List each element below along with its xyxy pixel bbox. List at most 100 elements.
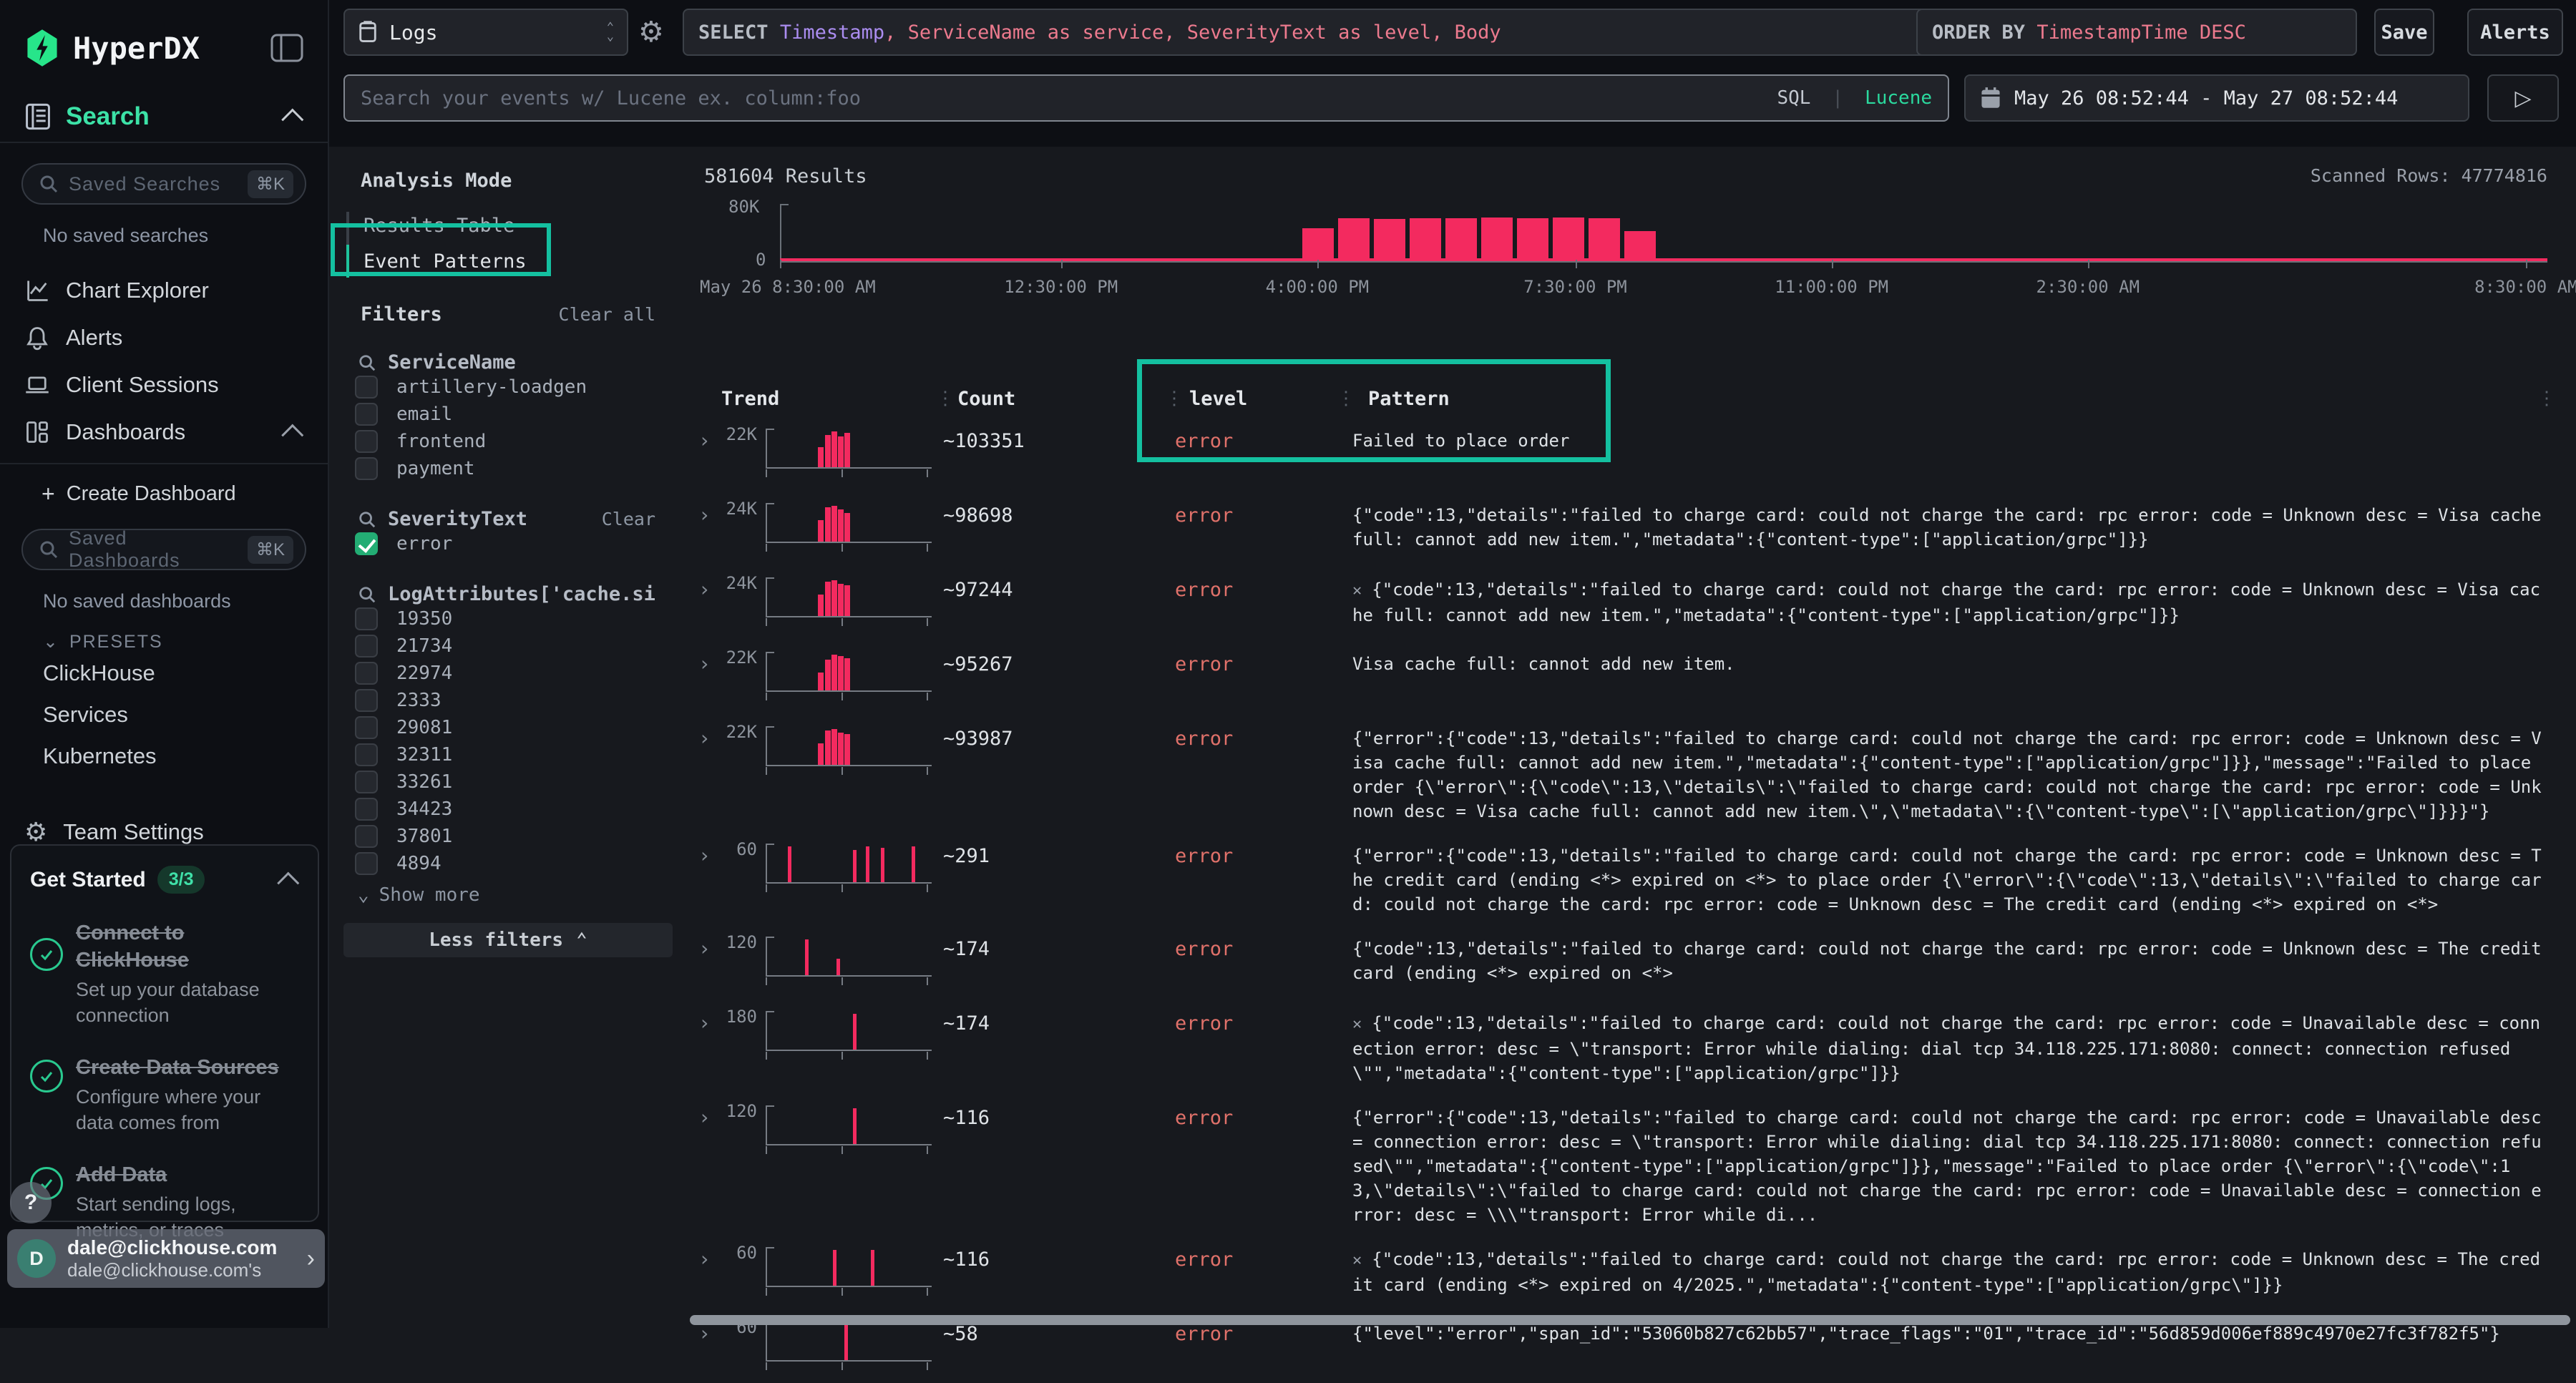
sidebar-item-alerts[interactable]: Alerts: [0, 314, 328, 361]
filter-checkbox-item[interactable]: 4894: [329, 850, 687, 877]
checkbox[interactable]: [355, 430, 378, 453]
date-range-picker[interactable]: May 26 08:52:44 - May 27 08:52:44: [1964, 74, 2469, 122]
source-select[interactable]: Logs ⌃⌄: [343, 9, 628, 56]
filter-checkbox-item[interactable]: 2333: [329, 687, 687, 714]
dismiss-x-icon[interactable]: ✕: [1352, 1251, 1362, 1269]
pattern-table-row[interactable]: › 22K ~95267 error Visa cache full: cann…: [687, 639, 2576, 713]
save-button[interactable]: Save: [2374, 9, 2434, 56]
sidebar-item-dashboards[interactable]: Dashboards: [0, 409, 328, 456]
filter-checkbox-item[interactable]: 33261: [329, 768, 687, 796]
dismiss-x-icon[interactable]: ✕: [1352, 582, 1362, 600]
preset-services[interactable]: Services: [0, 694, 328, 736]
row-expand-icon[interactable]: ›: [693, 497, 721, 557]
gear-icon[interactable]: ⚙: [638, 16, 664, 49]
pattern-table-row[interactable]: › 120 ~174 error {"code":13,"details":"f…: [687, 924, 2576, 998]
alerts-button[interactable]: Alerts: [2467, 9, 2563, 56]
row-expand-icon[interactable]: ›: [693, 646, 721, 706]
preset-clickhouse[interactable]: ClickHouse: [0, 653, 328, 694]
row-expand-icon[interactable]: ›: [693, 720, 721, 824]
sidebar-item-search[interactable]: Search: [0, 92, 328, 143]
checkbox[interactable]: [355, 689, 378, 712]
help-button[interactable]: ?: [10, 1182, 52, 1223]
column-header-level[interactable]: level: [1189, 388, 1247, 410]
get-started-item[interactable]: Connect to ClickHouse Set up your databa…: [30, 919, 299, 1028]
checkbox[interactable]: [355, 457, 378, 480]
order-by-input[interactable]: ORDER BY TimestampTime DESC: [1916, 9, 2357, 56]
pattern-table-row[interactable]: › 60 ~116 error ✕{"code":13,"details":"f…: [687, 1234, 2576, 1309]
pattern-table-row[interactable]: › 60 ~291 error {"error":{"code":13,"det…: [687, 831, 2576, 924]
pattern-table-row[interactable]: › 120 ~116 error {"error":{"code":13,"de…: [687, 1093, 2576, 1234]
drag-handle-icon[interactable]: ⋮: [1337, 388, 1355, 409]
dismiss-x-icon[interactable]: ✕: [1352, 1015, 1362, 1033]
language-toggle-lucene[interactable]: Lucene: [1865, 87, 1932, 109]
checkbox[interactable]: [355, 635, 378, 658]
drag-handle-icon[interactable]: ⋮: [1165, 388, 1184, 409]
hyperdx-logo[interactable]: HyperDX: [24, 29, 200, 67]
get-started-item[interactable]: Create Data Sources Configure where your…: [30, 1054, 299, 1135]
chevron-up-icon[interactable]: [281, 424, 303, 446]
filter-checkbox-item[interactable]: 32311: [329, 741, 687, 768]
checkbox[interactable]: [355, 825, 378, 848]
saved-searches-input[interactable]: Saved Searches ⌘K: [21, 163, 306, 205]
run-query-button[interactable]: ▷: [2487, 74, 2559, 122]
checkbox[interactable]: [355, 716, 378, 739]
pattern-table-row[interactable]: › 24K ~97244 error ✕{"code":13,"details"…: [687, 565, 2576, 639]
show-more-button[interactable]: ⌄ Show more: [358, 884, 687, 906]
column-header-count[interactable]: Count: [957, 388, 1015, 410]
drag-handle-icon[interactable]: ⋮: [936, 388, 955, 409]
pattern-table-row[interactable]: › 24K ~98698 error {"code":13,"details":…: [687, 490, 2576, 565]
column-header-trend[interactable]: Trend: [721, 388, 779, 410]
chevron-up-icon[interactable]: [277, 871, 299, 894]
horizontal-scrollbar[interactable]: [690, 1315, 2570, 1325]
row-expand-icon[interactable]: ›: [693, 838, 721, 917]
filter-checkbox-item[interactable]: 19350: [329, 605, 687, 632]
filter-checkbox-item[interactable]: payment: [329, 455, 687, 482]
row-expand-icon[interactable]: ›: [693, 423, 721, 483]
checkbox[interactable]: [355, 662, 378, 685]
row-expand-icon[interactable]: ›: [693, 931, 721, 991]
row-expand-icon[interactable]: ›: [693, 1005, 721, 1085]
filter-checkbox-item[interactable]: 34423: [329, 796, 687, 823]
pattern-table-row[interactable]: › 22K ~103351 error Failed to place orde…: [687, 416, 2576, 490]
presets-toggle[interactable]: ⌄ PRESETS: [43, 631, 328, 653]
filter-checkbox-item[interactable]: 21734: [329, 632, 687, 660]
drag-handle-icon[interactable]: ⋮: [2537, 388, 2556, 409]
results-histogram[interactable]: 80K 0 May 26 8:30:00 AM12:30:00 PM4:00:0…: [780, 204, 2547, 261]
filter-checkbox-item[interactable]: 29081: [329, 714, 687, 741]
panel-toggle-icon[interactable]: [270, 34, 303, 62]
filter-checkbox-item[interactable]: frontend: [329, 428, 687, 455]
checkbox[interactable]: [355, 532, 378, 555]
pattern-table-row[interactable]: › 180 ~174 error ✕{"code":13,"details":"…: [687, 998, 2576, 1093]
clear-all-button[interactable]: Clear all: [559, 304, 655, 325]
filter-checkbox-item[interactable]: email: [329, 401, 687, 428]
row-expand-icon[interactable]: ›: [693, 1241, 721, 1301]
checkbox[interactable]: [355, 798, 378, 821]
language-toggle-sql[interactable]: SQL: [1777, 87, 1810, 109]
chevron-up-icon[interactable]: [281, 109, 303, 131]
mode-results-table[interactable]: Results Table: [329, 207, 687, 243]
search-icon[interactable]: [358, 585, 376, 604]
filter-checkbox-item[interactable]: 22974: [329, 660, 687, 687]
checkbox[interactable]: [355, 607, 378, 630]
filter-checkbox-item[interactable]: error: [329, 530, 687, 557]
row-expand-icon[interactable]: ›: [693, 572, 721, 632]
checkbox[interactable]: [355, 403, 378, 426]
user-menu[interactable]: D dale@clickhouse.com dale@clickhouse.co…: [7, 1229, 325, 1288]
mode-event-patterns[interactable]: Event Patterns: [329, 243, 687, 279]
create-dashboard-button[interactable]: + Create Dashboard: [0, 470, 328, 517]
filter-checkbox-item[interactable]: artillery-loadgen: [329, 373, 687, 401]
checkbox[interactable]: [355, 743, 378, 766]
sidebar-item-client-sessions[interactable]: Client Sessions: [0, 361, 328, 409]
preset-kubernetes[interactable]: Kubernetes: [0, 736, 328, 777]
lucene-search-input[interactable]: Search your events w/ Lucene ex. column:…: [343, 74, 1949, 122]
search-icon[interactable]: [358, 353, 376, 372]
saved-dashboards-input[interactable]: Saved Dashboards ⌘K: [21, 529, 306, 570]
column-header-pattern[interactable]: Pattern: [1368, 388, 1450, 410]
sidebar-item-chart-explorer[interactable]: Chart Explorer: [0, 267, 328, 314]
filter-checkbox-item[interactable]: 37801: [329, 823, 687, 850]
filter-group-clear[interactable]: Clear: [602, 509, 655, 529]
pattern-table-row[interactable]: › 22K ~93987 error {"error":{"code":13,"…: [687, 713, 2576, 831]
checkbox[interactable]: [355, 852, 378, 875]
less-filters-button[interactable]: Less filters ⌃: [343, 923, 673, 957]
row-expand-icon[interactable]: ›: [693, 1100, 721, 1227]
